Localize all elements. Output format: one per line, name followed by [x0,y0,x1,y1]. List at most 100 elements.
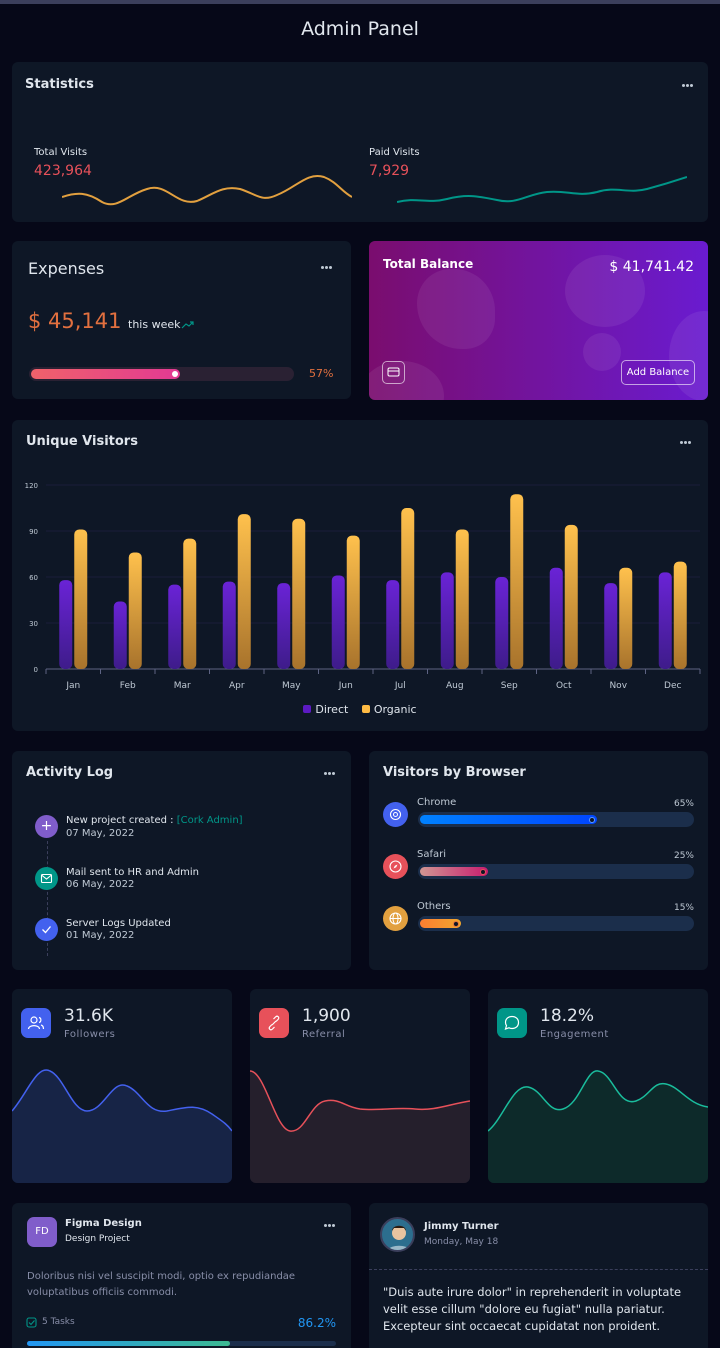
legend-label-organic: Organic [373,703,417,716]
followers-card: 31.6K Followers [12,989,232,1183]
users-icon [21,1008,51,1038]
bar-direct [222,581,236,669]
project-title: Figma Design [65,1218,142,1229]
bar-organic [673,561,687,669]
activity-link[interactable]: [Cork Admin] [177,815,243,826]
x-tick-label: Oct [556,681,572,691]
legend-swatch-direct [303,705,312,713]
card-label: Followers [64,1029,116,1040]
browser-row-safari: Safari 25% [383,849,694,889]
browser-progress-track [418,864,694,879]
browser-progress-track [418,916,694,931]
mail-icon [35,867,58,890]
balance-amount: $ 41,741.42 [609,259,694,275]
progress-knob [453,920,459,927]
paid-visits-label: Paid Visits [369,147,420,158]
browser-title: Visitors by Browser [383,765,526,780]
expenses-progress-track [29,367,294,381]
y-tick-label: 120 [25,482,38,490]
expenses-amount: $ 45,141 [28,309,122,333]
bg-blob [369,361,444,400]
more-options-icon[interactable] [324,772,336,776]
expenses-title: Expenses [28,259,105,278]
browser-percent: 25% [673,851,694,861]
referral-area-chart [250,1070,470,1183]
legend-swatch-organic [361,705,370,713]
bar-organic [510,494,524,669]
total-balance-widget: Total Balance $ 41,741.42 Add Balance [369,241,708,400]
bar-direct [331,575,345,669]
activity-text: Server Logs Updated [66,918,171,929]
browser-progress-fill [420,919,461,928]
x-tick-label: May [282,681,301,691]
followers-area-chart [12,1069,232,1183]
card-icon[interactable] [382,361,405,384]
check-icon [35,918,58,941]
bar-organic [346,535,360,669]
browser-name: Others [417,901,451,912]
divider [369,1269,708,1270]
bar-direct [604,583,618,669]
avatar [380,1217,415,1252]
bar-organic [292,518,306,669]
browser-progress-fill [420,815,597,824]
bar-direct [168,584,182,669]
x-tick-label: Dec [664,681,681,691]
card-label: Engagement [540,1029,609,1040]
expenses-percent: 57% [309,367,334,380]
paid-visits-sparkline [397,176,687,203]
more-options-icon[interactable] [321,266,333,270]
x-tick-label: Jun [338,681,353,691]
task-check-icon [26,1317,37,1328]
plus-icon: + [35,815,58,838]
bar-organic [401,508,415,669]
activity-date: 07 May, 2022 [66,828,135,839]
referral-card: 1,900 Referral [250,989,470,1183]
engagement-card: 18.2% Engagement [488,989,708,1183]
testimonial-date: Monday, May 18 [424,1237,499,1247]
x-tick-label: Mar [174,681,191,691]
project-tasks: 5 Tasks [42,1317,75,1327]
more-options-icon[interactable] [324,1224,336,1228]
unique-visitors-widget: Unique Visitors 0 30 60 90 120 Jan Feb Mar Apr Ma… [12,420,708,731]
progress-knob [589,816,595,823]
balance-title: Total Balance [383,257,474,271]
statistics-widget: Statistics Total Visits 423,964 Paid Vis… [12,62,708,222]
total-visits-label: Total Visits [34,147,88,158]
trending-up-icon [181,321,194,329]
expenses-period: this week [128,318,181,331]
chrome-icon [383,802,408,827]
testimonial-quote: "Duis aute irure dolor" in reprehenderit… [383,1285,682,1333]
x-tick-label: Nov [609,681,627,691]
testimonial-name: Jimmy Turner [424,1221,499,1232]
x-tick-label: Apr [229,681,245,691]
y-tick-label: 60 [29,574,38,582]
activity-title: Activity Log [26,765,114,780]
visitors-by-browser-widget: Visitors by Browser Chrome 65% Safari 25… [369,751,708,970]
bar-organic [619,567,633,669]
browser-progress-fill [420,867,488,876]
progress-knob [480,868,486,875]
browser-row-chrome: Chrome 65% [383,797,694,837]
x-tick-label: Feb [120,681,136,691]
more-options-icon[interactable] [682,84,694,88]
activity-log-widget: Activity Log + New project created : [Co… [12,751,351,970]
total-visits-sparkline [62,175,352,206]
card-value: 18.2% [540,1006,595,1026]
bar-organic [128,552,142,669]
progress-knob [172,371,178,377]
card-value: 31.6K [64,1006,113,1026]
browser-name: Safari [417,849,447,860]
add-balance-button[interactable]: Add Balance [621,360,695,385]
page-title: Admin Panel [301,18,419,40]
bar-direct [440,572,454,669]
bar-organic [183,538,197,669]
bar-organic [74,529,88,669]
bar-direct [59,580,73,669]
activity-date: 06 May, 2022 [66,879,135,890]
activity-text: New project created : [66,815,177,826]
browser-name: Chrome [417,797,457,808]
bg-blob [417,269,495,349]
unique-visitors-chart: 0 30 60 90 120 Jan Feb Mar Apr May Jun Jul Aug Sep Oct… [25,482,701,691]
statistics-title: Statistics [25,77,94,92]
